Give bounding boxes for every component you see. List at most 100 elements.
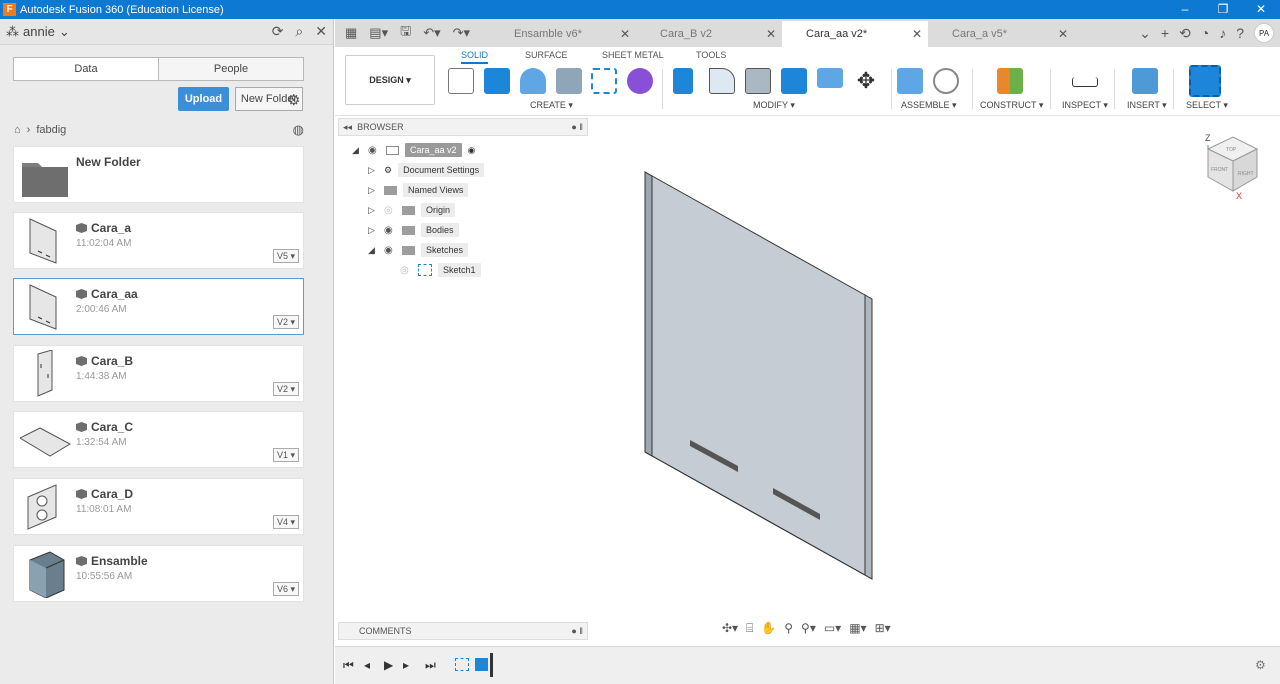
- tab-cara-a[interactable]: Cara_a v5* ✕: [928, 21, 1075, 47]
- ribbon-tab-surface[interactable]: SURFACE: [525, 50, 568, 60]
- close-panel-icon[interactable]: ✕: [315, 23, 327, 40]
- refresh-icon[interactable]: ⟳: [272, 23, 284, 40]
- help-icon[interactable]: ?: [1236, 25, 1244, 41]
- form-icon[interactable]: [627, 68, 653, 94]
- step-forward-icon[interactable]: ▸: [403, 658, 409, 672]
- tree-node[interactable]: ▷ ⚙ Document Settings: [368, 161, 485, 179]
- pattern-icon[interactable]: [591, 68, 617, 94]
- tree-root[interactable]: ◢ ◉ Cara_aa v2 ◉: [352, 141, 475, 159]
- insert-menu[interactable]: INSERT ▾: [1127, 100, 1167, 111]
- close-icon[interactable]: ✕: [912, 27, 922, 41]
- version-badge[interactable]: V2 ▾: [272, 315, 299, 329]
- version-badge[interactable]: V5 ▾: [272, 249, 299, 263]
- job-status-icon[interactable]: ◔: [1201, 25, 1209, 41]
- extensions-icon[interactable]: ⟲: [1179, 25, 1191, 42]
- new-tab-icon[interactable]: +: [1161, 25, 1169, 41]
- shell-icon[interactable]: [745, 68, 771, 94]
- timeline-marker[interactable]: [490, 653, 493, 677]
- fit-icon[interactable]: ⚲▾: [801, 621, 816, 636]
- timeline-settings-gear-icon[interactable]: ⚙: [1255, 658, 1266, 672]
- expand-triangle-icon[interactable]: ▷: [368, 185, 378, 196]
- assemble-menu[interactable]: ASSEMBLE ▾: [901, 100, 957, 111]
- tab-ensamble[interactable]: Ensamble v6* ✕: [490, 21, 637, 47]
- create-sketch-icon[interactable]: [448, 68, 474, 94]
- notifications-icon[interactable]: ♪: [1219, 25, 1226, 41]
- version-badge[interactable]: V6 ▾: [272, 582, 299, 596]
- ribbon-tab-solid[interactable]: SOLID: [461, 50, 489, 64]
- construct-plane-icon[interactable]: [997, 68, 1023, 94]
- select-menu[interactable]: SELECT ▾: [1186, 100, 1228, 111]
- collapse-triangle-icon[interactable]: ◢: [352, 145, 362, 156]
- version-badge[interactable]: V4 ▾: [272, 515, 299, 529]
- restore-button[interactable]: ❐: [1204, 0, 1242, 19]
- avatar[interactable]: PA: [1254, 23, 1274, 43]
- version-badge[interactable]: V2 ▾: [272, 382, 299, 396]
- gear-icon[interactable]: ⚙: [287, 91, 300, 109]
- user-selector[interactable]: ⁂ annie ⌄: [6, 24, 70, 40]
- close-icon[interactable]: ✕: [620, 27, 630, 41]
- tree-node[interactable]: ◢ ◉ Sketches: [368, 241, 469, 259]
- timeline-sketch-icon[interactable]: [455, 658, 469, 671]
- version-badge[interactable]: V1 ▾: [272, 448, 299, 462]
- fillet-icon[interactable]: [709, 68, 735, 94]
- combine-icon[interactable]: [781, 68, 807, 94]
- collapse-browser-icon[interactable]: ◂◂: [343, 122, 352, 133]
- comments-pin-icon[interactable]: ● ‖: [571, 626, 583, 636]
- eye-hidden-icon[interactable]: ◎: [384, 205, 396, 216]
- comments-panel[interactable]: COMMENTS ● ‖: [338, 622, 588, 640]
- eye-icon[interactable]: ◉: [384, 245, 396, 256]
- tab-people[interactable]: People: [159, 58, 303, 80]
- tab-overflow-icon[interactable]: ⌄: [1139, 25, 1151, 42]
- close-icon[interactable]: ✕: [766, 27, 776, 41]
- browser-header[interactable]: ◂◂ BROWSER ● ‖: [338, 118, 588, 136]
- minimize-button[interactable]: –: [1166, 0, 1204, 19]
- viewcube-right[interactable]: RIGHT: [1238, 171, 1254, 177]
- upload-button[interactable]: Upload: [178, 87, 229, 111]
- search-icon[interactable]: ⌕: [295, 23, 303, 40]
- tree-node[interactable]: ▷ Named Views: [368, 181, 469, 199]
- list-item[interactable]: Cara_a 11:02:04 AM V5 ▾: [13, 212, 304, 269]
- list-item[interactable]: Cara_B 1:44:38 AM V2 ▾: [13, 345, 304, 402]
- tree-node-sketch[interactable]: ◎ Sketch1: [400, 261, 481, 279]
- viewcube-front[interactable]: FRONT: [1211, 167, 1228, 173]
- construct-menu[interactable]: CONSTRUCT ▾: [980, 100, 1043, 111]
- go-to-end-icon[interactable]: ⏭: [425, 658, 436, 673]
- activate-radio-icon[interactable]: ◉: [468, 145, 476, 156]
- pan-icon[interactable]: ✋: [761, 621, 776, 636]
- list-item-folder[interactable]: New Folder: [13, 146, 304, 203]
- press-pull-icon[interactable]: [673, 68, 693, 94]
- globe-icon[interactable]: ◍: [293, 122, 304, 138]
- grid-menu-icon[interactable]: ▦: [345, 25, 357, 41]
- home-icon[interactable]: ⌂: [14, 124, 21, 136]
- tree-node[interactable]: ▷ ◎ Origin: [368, 201, 456, 219]
- expand-triangle-icon[interactable]: ▷: [368, 205, 378, 216]
- tab-cara-b[interactable]: Cara_B v2 ✕: [636, 21, 783, 47]
- expand-triangle-icon[interactable]: ▷: [368, 225, 378, 236]
- step-back-icon[interactable]: ◂: [364, 658, 370, 672]
- timeline-extrude-icon[interactable]: [475, 658, 488, 671]
- list-item[interactable]: Ensamble 10:55:56 AM V6 ▾: [13, 545, 304, 602]
- zoom-icon[interactable]: ⚲: [784, 621, 793, 636]
- modify-menu[interactable]: MODIFY ▾: [753, 100, 795, 111]
- list-item[interactable]: Cara_C 1:32:54 AM V1 ▾: [13, 411, 304, 468]
- workspace-switcher[interactable]: DESIGN ▾: [345, 55, 435, 105]
- tree-node[interactable]: ▷ ◉ Bodies: [368, 221, 459, 239]
- list-item-selected[interactable]: Cara_aa 2:00:46 AM V2 ▾: [13, 278, 304, 335]
- joint-icon[interactable]: [933, 68, 959, 94]
- offset-face-icon[interactable]: [817, 68, 843, 88]
- eye-icon[interactable]: ◉: [368, 145, 380, 156]
- measure-icon[interactable]: [1072, 77, 1098, 87]
- tab-data[interactable]: Data: [14, 58, 159, 80]
- revolve-icon[interactable]: [520, 68, 546, 94]
- eye-hidden-icon[interactable]: ◎: [400, 265, 412, 276]
- save-icon[interactable]: 🖫: [400, 22, 411, 44]
- close-window-button[interactable]: ✕: [1242, 0, 1280, 19]
- tab-cara-aa[interactable]: Cara_aa v2* ✕: [782, 21, 929, 47]
- create-menu[interactable]: CREATE ▾: [530, 100, 573, 111]
- view-cube[interactable]: Z TOP FRONT RIGHT X: [1205, 133, 1259, 201]
- orbit-icon[interactable]: ✣▾: [722, 621, 738, 636]
- hole-icon[interactable]: [556, 68, 582, 94]
- ribbon-tab-sheet-metal[interactable]: SHEET METAL: [602, 50, 664, 60]
- grid-settings-icon[interactable]: ▦▾: [849, 621, 866, 636]
- new-component-icon[interactable]: [897, 68, 923, 94]
